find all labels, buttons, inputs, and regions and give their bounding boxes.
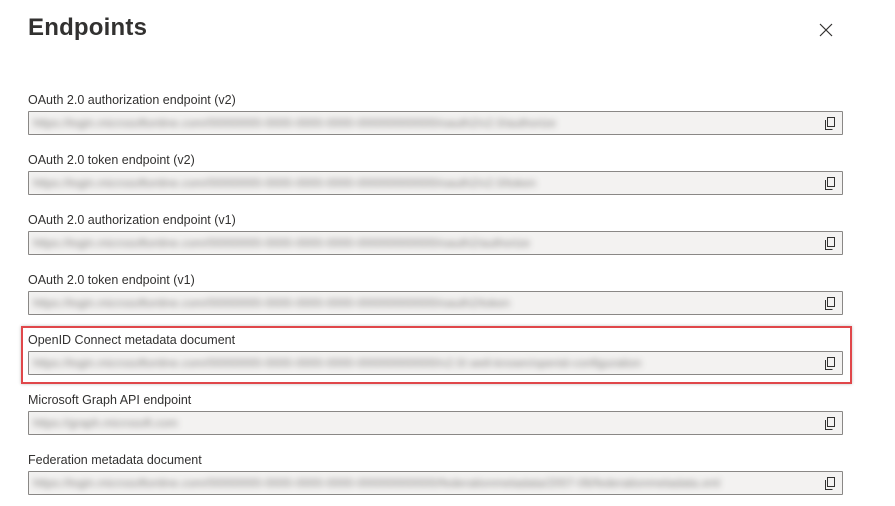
copy-icon <box>825 356 835 370</box>
endpoint-input[interactable]: https://graph.microsoft.com <box>28 411 843 435</box>
field-label: OAuth 2.0 authorization endpoint (v2) <box>28 93 236 107</box>
copy-icon <box>825 236 835 250</box>
endpoint-field-graph-api: Microsoft Graph API endpoint https://gra… <box>28 392 843 435</box>
copy-button[interactable] <box>821 354 839 372</box>
endpoint-value: https://login.microsoftonline.com/000000… <box>33 176 537 190</box>
copy-button[interactable] <box>821 114 839 132</box>
close-button[interactable] <box>812 16 840 44</box>
copy-icon <box>825 296 835 310</box>
copy-button[interactable] <box>821 174 839 192</box>
endpoint-value: https://login.microsoftonline.com/000000… <box>33 116 557 130</box>
endpoint-input[interactable]: https://login.microsoftonline.com/000000… <box>28 291 843 315</box>
endpoint-field-oauth2-token-v2: OAuth 2.0 token endpoint (v2) https://lo… <box>28 152 843 195</box>
field-label: OpenID Connect metadata document <box>28 333 236 347</box>
endpoint-value: https://login.microsoftonline.com/000000… <box>33 296 511 310</box>
endpoint-value: https://login.microsoftonline.com/000000… <box>33 356 642 370</box>
close-icon <box>819 23 833 37</box>
endpoint-input[interactable]: https://login.microsoftonline.com/000000… <box>28 471 843 495</box>
endpoint-field-openid-metadata: OpenID Connect metadata document https:/… <box>28 332 843 375</box>
endpoint-value: https://graph.microsoft.com <box>33 416 178 430</box>
copy-icon <box>825 476 835 490</box>
copy-icon <box>825 116 835 130</box>
field-label: OAuth 2.0 authorization endpoint (v1) <box>28 213 236 227</box>
dialog-title: Endpoints <box>28 14 148 41</box>
copy-button[interactable] <box>821 414 839 432</box>
field-label: OAuth 2.0 token endpoint (v2) <box>28 153 195 167</box>
field-label: OAuth 2.0 token endpoint (v1) <box>28 273 195 287</box>
field-label: Federation metadata document <box>28 453 202 467</box>
endpoint-field-oauth2-authorize-v1: OAuth 2.0 authorization endpoint (v1) ht… <box>28 212 843 255</box>
endpoint-input[interactable]: https://login.microsoftonline.com/000000… <box>28 111 843 135</box>
copy-icon <box>825 416 835 430</box>
endpoint-input[interactable]: https://login.microsoftonline.com/000000… <box>28 231 843 255</box>
endpoint-field-oauth2-token-v1: OAuth 2.0 token endpoint (v1) https://lo… <box>28 272 843 315</box>
field-label: Microsoft Graph API endpoint <box>28 393 192 407</box>
copy-button[interactable] <box>821 234 839 252</box>
copy-button[interactable] <box>821 294 839 312</box>
endpoint-value: https://login.microsoftonline.com/000000… <box>33 476 721 490</box>
endpoint-input[interactable]: https://login.microsoftonline.com/000000… <box>28 351 843 375</box>
copy-icon <box>825 176 835 190</box>
endpoint-field-federation-metadata: Federation metadata document https://log… <box>28 452 843 495</box>
copy-button[interactable] <box>821 474 839 492</box>
endpoint-field-oauth2-authorize-v2: OAuth 2.0 authorization endpoint (v2) ht… <box>28 92 843 135</box>
endpoint-input[interactable]: https://login.microsoftonline.com/000000… <box>28 171 843 195</box>
endpoint-value: https://login.microsoftonline.com/000000… <box>33 236 531 250</box>
